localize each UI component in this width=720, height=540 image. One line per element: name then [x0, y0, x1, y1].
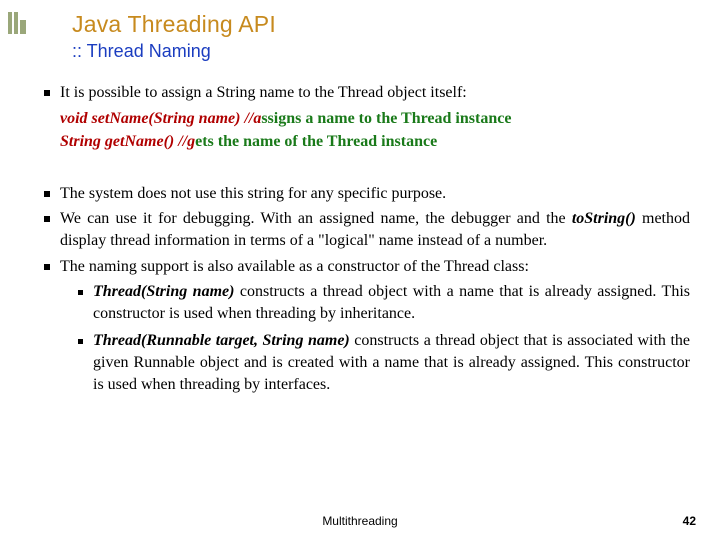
decorative-bars — [8, 12, 26, 34]
bullet-icon — [78, 290, 83, 295]
bullet-text: It is possible to assign a String name t… — [60, 82, 690, 104]
bullet-icon — [44, 90, 50, 96]
bullet-icon — [44, 264, 50, 270]
bullet-item: The system does not use this string for … — [44, 183, 690, 205]
sub-bullet-list: Thread(String name) constructs a thread … — [78, 281, 690, 395]
bullet-text: The system does not use this string for … — [60, 183, 690, 205]
bullet-icon — [44, 216, 50, 222]
sub-bullet-item: Thread(Runnable target, String name) con… — [78, 330, 690, 395]
slide-title: Java Threading API — [72, 11, 276, 38]
slide-content: It is possible to assign a String name t… — [44, 82, 690, 401]
bullet-text: The naming support is also available as … — [60, 256, 690, 278]
bullet-text: We can use it for debugging. With an ass… — [60, 208, 690, 251]
bullet-text: Thread(Runnable target, String name) con… — [93, 330, 690, 395]
bullet-item: It is possible to assign a String name t… — [44, 82, 690, 104]
code-signature: void setName(String name) //assigns a na… — [60, 108, 690, 130]
footer-label: Multithreading — [0, 514, 720, 528]
code-signature: String getName() //gets the name of the … — [60, 131, 690, 153]
slide-header: Java Threading API :: Thread Naming — [72, 11, 276, 62]
bullet-item: We can use it for debugging. With an ass… — [44, 208, 690, 251]
bullet-item: The naming support is also available as … — [44, 256, 690, 278]
page-number: 42 — [683, 514, 696, 528]
bullet-icon — [78, 339, 83, 344]
bullet-icon — [44, 191, 50, 197]
bullet-text: Thread(String name) constructs a thread … — [93, 281, 690, 324]
sub-bullet-item: Thread(String name) constructs a thread … — [78, 281, 690, 324]
slide-subtitle: :: Thread Naming — [72, 41, 276, 62]
